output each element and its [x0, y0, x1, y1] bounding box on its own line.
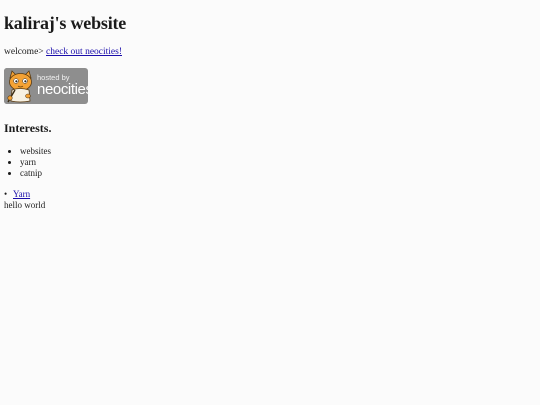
welcome-line: welcome> check out neocities!	[4, 47, 122, 57]
yarn-row: • Yarn	[4, 189, 30, 200]
list-item: yarn	[20, 157, 51, 168]
badge-brand-text: neocities	[37, 81, 88, 98]
list-item: catnip	[20, 168, 51, 179]
neocities-cat-icon	[4, 68, 36, 104]
neocities-link[interactable]: check out neocities!	[46, 47, 122, 57]
yarn-link[interactable]: Yarn	[13, 189, 30, 199]
welcome-text: welcome>	[4, 47, 47, 57]
hosted-by-neocities-badge[interactable]: hosted by neocities	[4, 68, 88, 104]
interests-heading: Interests.	[4, 121, 52, 135]
list-item: websites	[20, 146, 51, 157]
interests-list: websites yarn catnip	[4, 146, 51, 179]
hello-world-text: hello world	[4, 200, 46, 210]
bullet-icon: •	[4, 189, 8, 199]
page-title: kaliraj's website	[4, 13, 127, 33]
